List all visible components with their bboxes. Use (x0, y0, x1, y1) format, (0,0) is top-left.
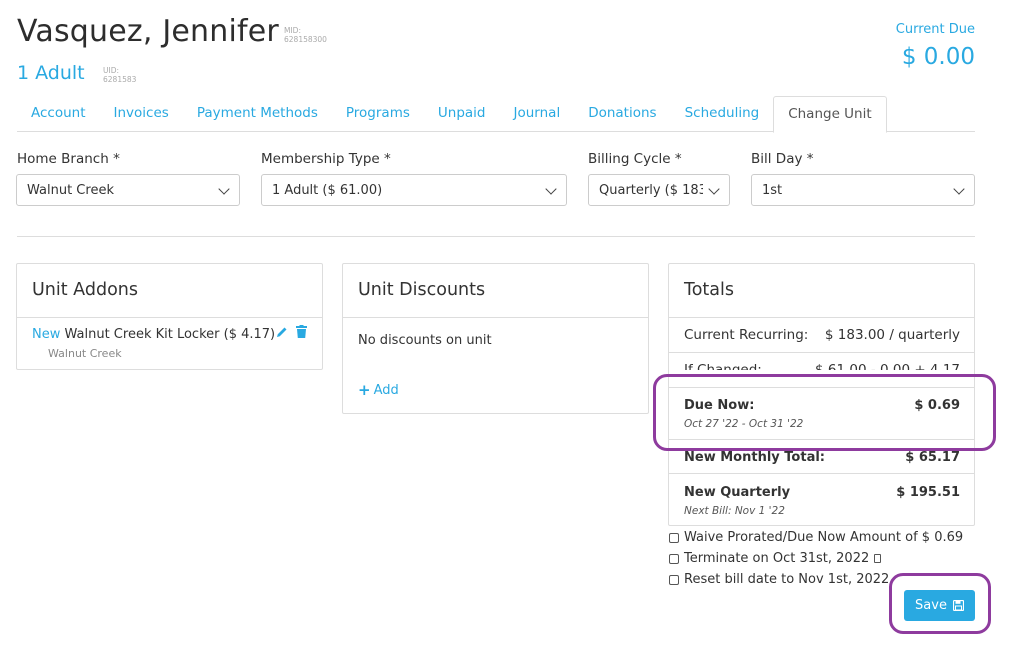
mid-label: MID: (284, 26, 301, 35)
addon-name: Walnut Creek Kit Locker ($ 4.17) (64, 327, 276, 342)
chevron-down-icon (218, 183, 230, 195)
waive-label: Waive Prorated/Due Now Amount of $ 0.69 (684, 530, 964, 545)
current-recurring-label: Current Recurring: (684, 327, 809, 343)
new-monthly-value: $ 65.17 (905, 450, 960, 465)
addon-item: New Walnut Creek Kit Locker ($ 4.17) (32, 327, 275, 342)
membership-type-select[interactable]: 1 Adult ($ 61.00) (261, 174, 567, 206)
bill-day-select[interactable]: 1st (751, 174, 975, 206)
billing-cycle-value: Quarterly ($ 183.00) (599, 183, 703, 198)
pencil-icon[interactable] (276, 326, 288, 338)
reset-checkbox[interactable] (669, 574, 679, 585)
reset-label: Reset bill date to Nov 1st, 2022 (684, 572, 890, 587)
mid-value: 628158300 (284, 35, 327, 44)
current-due-value: $ 0.00 (901, 44, 975, 70)
waive-checkbox[interactable] (669, 532, 679, 543)
unit-discounts-title: Unit Discounts (343, 264, 648, 318)
bill-day-label: Bill Day * (751, 151, 814, 167)
member-id: MID: 628158300 (284, 26, 327, 44)
home-branch-select[interactable]: Walnut Creek (16, 174, 240, 206)
unit-discounts-panel: Unit Discounts No discounts on unit + Ad… (342, 263, 649, 414)
tab-payment-methods[interactable]: Payment Methods (183, 96, 332, 132)
if-changed-row: If Changed: $ 61.00 - 0.00 + 4.17 (669, 353, 974, 370)
due-now-highlight (653, 374, 996, 451)
membership-type-label: Membership Type * (261, 151, 391, 167)
trash-icon[interactable] (296, 325, 307, 338)
tab-programs[interactable]: Programs (332, 96, 424, 132)
info-icon[interactable] (874, 554, 882, 563)
row-divider (669, 473, 974, 474)
terminate-checkbox[interactable] (669, 553, 679, 564)
current-recurring-value: $ 183.00 / quarterly (824, 327, 960, 343)
tab-unpaid[interactable]: Unpaid (424, 96, 500, 132)
tab-account[interactable]: Account (17, 96, 100, 132)
bill-day-value: 1st (762, 183, 783, 198)
uid-label: UID: (103, 66, 120, 75)
new-quarterly-value: $ 195.51 (896, 485, 960, 500)
plus-icon: + (358, 381, 371, 399)
add-discount-link[interactable]: + Add (358, 381, 399, 399)
save-highlight (889, 573, 991, 634)
new-monthly-label: New Monthly Total: (684, 450, 825, 465)
terminate-label: Terminate on Oct 31st, 2022 (684, 551, 870, 566)
addon-branch: Walnut Creek (48, 347, 122, 360)
tab-change-unit[interactable]: Change Unit (773, 96, 887, 133)
addon-new-badge: New (32, 327, 61, 342)
no-discounts-text: No discounts on unit (358, 333, 492, 348)
tab-donations[interactable]: Donations (574, 96, 670, 132)
terminate-option[interactable]: Terminate on Oct 31st, 2022 (669, 551, 882, 566)
waive-option[interactable]: Waive Prorated/Due Now Amount of $ 0.69 (669, 530, 963, 545)
tab-invoices[interactable]: Invoices (100, 96, 183, 132)
home-branch-value: Walnut Creek (27, 183, 114, 198)
tab-journal[interactable]: Journal (500, 96, 575, 132)
unit-id: UID: 6281583 (103, 66, 136, 84)
chevron-down-icon (953, 183, 965, 195)
tab-bar: Account Invoices Payment Methods Program… (17, 96, 975, 133)
current-due-label: Current Due (895, 22, 975, 37)
if-changed-label: If Changed: (684, 362, 762, 370)
unit-name[interactable]: 1 Adult (17, 62, 85, 84)
if-changed-value: $ 61.00 - 0.00 + 4.17 (815, 362, 960, 370)
billing-cycle-select[interactable]: Quarterly ($ 183.00) (588, 174, 730, 206)
billing-cycle-label: Billing Cycle * (588, 151, 682, 167)
chevron-down-icon (545, 183, 557, 195)
tab-scheduling[interactable]: Scheduling (671, 96, 774, 132)
add-discount-label: Add (373, 382, 399, 398)
unit-addons-panel: Unit Addons New Walnut Creek Kit Locker … (16, 263, 323, 370)
reset-option[interactable]: Reset bill date to Nov 1st, 2022 (669, 572, 889, 587)
member-name: Vasquez, Jennifer (17, 14, 279, 49)
unit-addons-title: Unit Addons (17, 264, 322, 318)
next-bill-text: Next Bill: Nov 1 '22 (684, 505, 785, 517)
new-quarterly-label: New Quarterly (684, 485, 791, 500)
home-branch-label: Home Branch * (17, 151, 120, 167)
chevron-down-icon (708, 183, 720, 195)
totals-title: Totals (669, 264, 974, 318)
membership-type-value: 1 Adult ($ 61.00) (272, 183, 383, 198)
uid-value: 6281583 (103, 75, 137, 84)
section-divider (17, 236, 975, 237)
